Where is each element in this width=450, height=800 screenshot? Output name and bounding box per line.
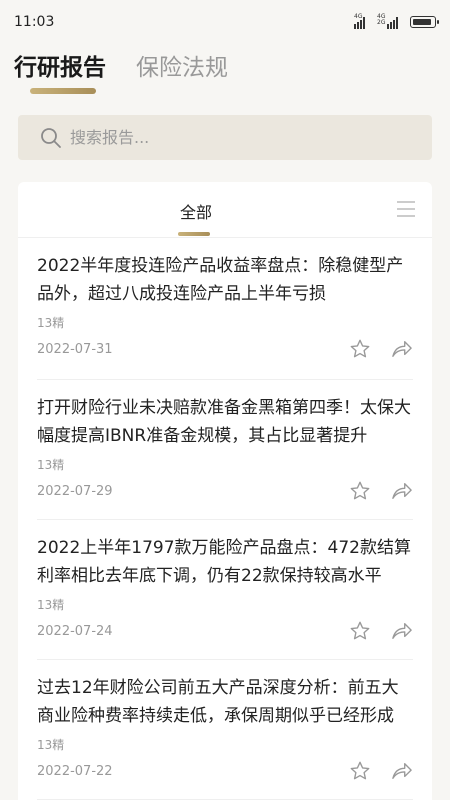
battery-icon [410, 16, 439, 28]
share-icon[interactable] [391, 761, 413, 781]
list-item[interactable]: 过去12年财险公司前五大产品深度分析：前五大商业险种费率持续走低，承保周期似乎已… [37, 660, 413, 800]
report-source: 13精 [37, 598, 65, 612]
list-item[interactable]: 打开财险行业未决赔款准备金黑箱第四季！太保大幅度提高IBNR准备金规模，其占比显… [37, 380, 413, 520]
report-date: 2022-07-22 [37, 764, 113, 779]
report-card: 全部 2022半年度投连险产品收益率盘点：除稳健型产品外，超过八成投连险产品上半… [18, 182, 432, 800]
report-source: 13精 [37, 738, 65, 752]
search-input[interactable] [70, 128, 390, 147]
list-item[interactable]: 2022半年度投连险产品收益率盘点：除稳健型产品外，超过八成投连险产品上半年亏损… [37, 238, 413, 380]
signal-icon: 4G [354, 13, 365, 29]
network-label-1: 4G [354, 13, 363, 20]
report-list: 2022半年度投连险产品收益率盘点：除稳健型产品外，超过八成投连险产品上半年亏损… [18, 238, 432, 800]
status-icons: 4G 4G 2G [354, 13, 439, 29]
report-source: 13精 [37, 458, 65, 472]
signal-icon: 4G 2G [377, 13, 398, 29]
report-title[interactable]: 打开财险行业未决赔款准备金黑箱第四季！太保大幅度提高IBNR准备金规模，其占比显… [37, 394, 413, 450]
sub-tab-bar: 全部 [18, 182, 432, 238]
report-source: 13精 [37, 316, 65, 330]
tab-industry-reports[interactable]: 行研报告 [14, 48, 106, 82]
top-tab-bar: 行研报告 保险法规 [14, 48, 228, 82]
status-time: 11:03 [14, 14, 55, 30]
list-item[interactable]: 2022上半年1797款万能险产品盘点：472款结算利率相比去年底下调，仍有22… [37, 520, 413, 660]
network-label-2: 4G 2G [377, 13, 386, 26]
status-bar: 11:03 4G 4G 2G [0, 0, 450, 44]
share-icon[interactable] [391, 481, 413, 501]
report-date: 2022-07-29 [37, 484, 113, 499]
share-icon[interactable] [391, 339, 413, 359]
tab-insurance-regulations[interactable]: 保险法规 [136, 48, 228, 82]
search-icon [41, 127, 61, 148]
star-icon[interactable] [349, 338, 371, 360]
star-icon[interactable] [349, 620, 371, 642]
active-tab-indicator [30, 88, 96, 94]
tab-all[interactable]: 全部 [18, 199, 374, 223]
star-icon[interactable] [349, 760, 371, 782]
search-bar[interactable] [18, 115, 432, 160]
report-title[interactable]: 2022半年度投连险产品收益率盘点：除稳健型产品外，超过八成投连险产品上半年亏损 [37, 252, 413, 308]
sub-tab-indicator [178, 232, 210, 236]
share-icon[interactable] [391, 621, 413, 641]
report-title[interactable]: 2022上半年1797款万能险产品盘点：472款结算利率相比去年底下调，仍有22… [37, 534, 413, 590]
star-icon[interactable] [349, 480, 371, 502]
report-title[interactable]: 过去12年财险公司前五大产品深度分析：前五大商业险种费率持续走低，承保周期似乎已… [37, 674, 413, 730]
list-menu-icon[interactable] [396, 199, 416, 219]
report-date: 2022-07-24 [37, 624, 113, 639]
report-date: 2022-07-31 [37, 342, 113, 357]
